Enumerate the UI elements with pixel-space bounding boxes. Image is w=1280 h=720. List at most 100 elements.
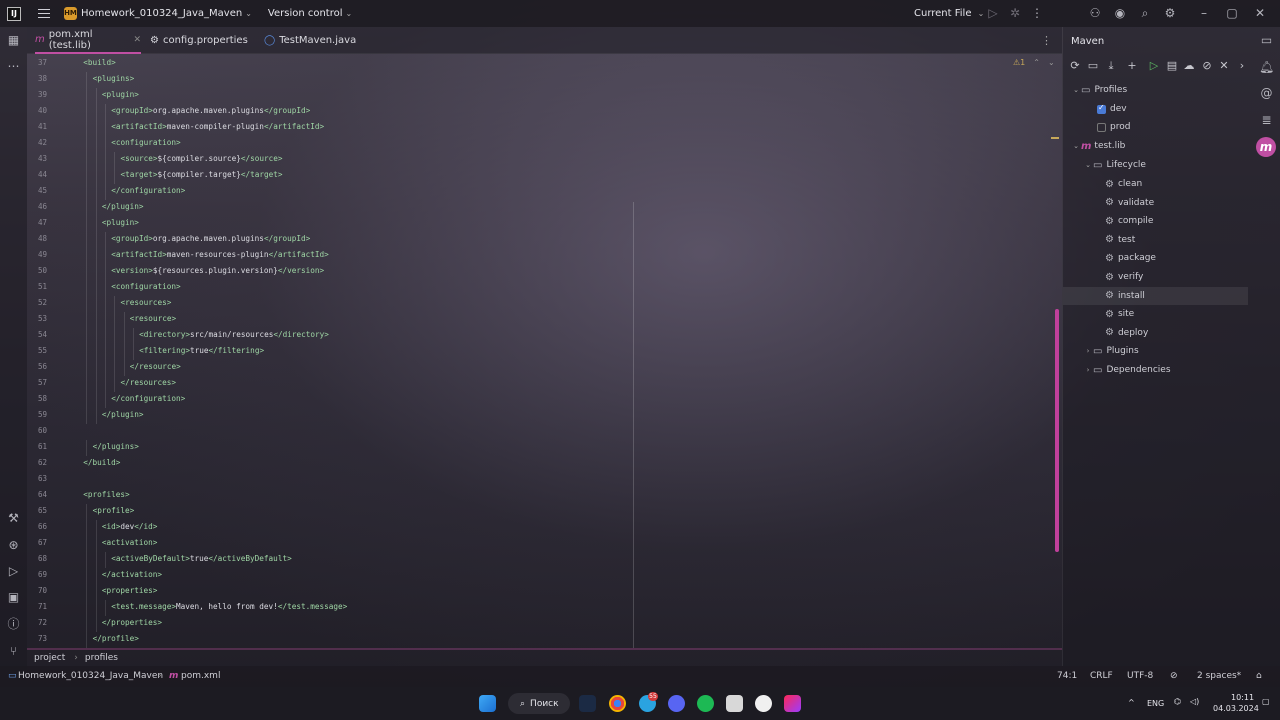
code-line[interactable]: <resource> <box>130 314 176 323</box>
code-line[interactable]: </properties> <box>102 618 162 627</box>
code-line[interactable]: </resources> <box>121 378 177 387</box>
lifecycle-goal-deploy[interactable]: ⚙ deploy <box>1063 324 1248 342</box>
generate-sources-icon[interactable]: ▭ <box>1086 59 1100 72</box>
breadcrumb-item-project[interactable]: project <box>34 653 65 663</box>
code-line[interactable]: <id>dev</id> <box>102 522 158 531</box>
code-line[interactable]: </profile> <box>93 634 139 643</box>
problems-icon[interactable]: ⓘ <box>6 617 21 632</box>
notification-center-icon[interactable]: ▢ <box>1262 697 1270 706</box>
notifications-icon[interactable]: 🔔︎ <box>1259 60 1274 75</box>
git-icon[interactable]: ⑂ <box>6 644 21 659</box>
code-line[interactable]: <resources> <box>121 298 172 307</box>
code-line[interactable]: <directory>src/main/resources</directory… <box>139 330 329 339</box>
chevron-right-icon[interactable]: › <box>1083 347 1093 355</box>
settings-gear-icon[interactable]: ⚙ <box>1163 6 1177 20</box>
project-view-icon[interactable]: ▦ <box>6 33 21 48</box>
reload-icon[interactable]: ⟳ <box>1068 59 1082 72</box>
offline-mode-icon[interactable]: ☁ <box>1182 59 1196 72</box>
project-name[interactable]: Homework_010324_Java_Maven <box>81 8 242 19</box>
code-line[interactable]: <activation> <box>102 538 158 547</box>
code-line[interactable]: </configuration> <box>111 394 185 403</box>
chevron-down-icon[interactable]: ⌄ <box>1071 86 1081 94</box>
code-line[interactable]: <target>${compiler.target}</target> <box>121 170 283 179</box>
code-line[interactable]: </activation> <box>102 570 162 579</box>
chevron-right-icon[interactable]: › <box>1083 366 1093 374</box>
lifecycle-goal-verify[interactable]: ⚙ verify <box>1063 268 1248 286</box>
skip-tests-icon[interactable]: ⊘ <box>1200 59 1214 72</box>
indent-setting[interactable]: 2 spaces* <box>1197 671 1241 681</box>
lifecycle-goal-install[interactable]: ⚙ install <box>1063 286 1248 305</box>
file-encoding[interactable]: UTF-8 <box>1127 671 1153 681</box>
profile-dev[interactable]: dev <box>1063 100 1248 118</box>
notepad-icon[interactable] <box>726 695 743 712</box>
code-line[interactable]: <groupId>org.apache.maven.plugins</group… <box>111 234 310 243</box>
intellij-taskbar-icon[interactable] <box>784 695 801 712</box>
intellij-logo-icon[interactable]: IJ <box>7 6 21 21</box>
code-line[interactable]: <configuration> <box>111 138 180 147</box>
tree-dependencies[interactable]: › ▭ Dependencies <box>1063 361 1248 379</box>
tree-profiles[interactable]: ⌄ ▭ Profiles <box>1063 81 1248 99</box>
folder-icon[interactable]: ▭ <box>1259 33 1274 48</box>
code-line[interactable]: <profiles> <box>83 490 129 499</box>
discord-icon[interactable] <box>668 695 685 712</box>
search-icon[interactable]: ⌕ <box>1138 6 1152 20</box>
debug-icon[interactable]: ✲ <box>1008 6 1022 20</box>
more-tools-icon[interactable]: ⋯ <box>6 59 21 74</box>
lifecycle-goal-test[interactable]: ⚙ test <box>1063 231 1248 249</box>
code-line[interactable]: <artifactId>maven-resources-plugin</arti… <box>111 250 329 259</box>
tab-pom-xml[interactable]: m pom.xml (test.lib) ✕ <box>35 27 141 54</box>
tray-chevron-up-icon[interactable]: ^ <box>1128 698 1135 707</box>
run-tool-icon[interactable]: ▷ <box>6 564 21 579</box>
tree-lifecycle[interactable]: ⌄ ▭ Lifecycle <box>1063 156 1248 174</box>
spotify-icon[interactable] <box>697 695 714 712</box>
breadcrumb-item-profiles[interactable]: profiles <box>85 653 118 663</box>
steam-icon[interactable] <box>579 695 596 712</box>
code-line[interactable]: <filtering>true</filtering> <box>139 346 264 355</box>
status-file[interactable]: pom.xml <box>181 671 220 681</box>
terminal-icon[interactable]: ▣ <box>6 590 21 605</box>
chevron-down-icon[interactable]: ⌄ <box>346 9 353 18</box>
close-tab-icon[interactable]: ✕ <box>133 35 141 45</box>
code-area[interactable]: <build> <plugins> <plugin> <groupId>org.apa… <box>27 54 1062 648</box>
more-actions-icon[interactable]: ⋮ <box>1030 6 1044 20</box>
build-hammer-icon[interactable]: ⚒ <box>6 511 21 526</box>
code-line[interactable]: </build> <box>83 458 120 467</box>
code-line[interactable]: <build> <box>83 58 115 67</box>
version-control-menu[interactable]: Version control <box>268 8 343 19</box>
minimize-icon[interactable]: – <box>1197 6 1211 20</box>
network-icon[interactable]: ⌬ <box>1174 697 1181 706</box>
maven-icon[interactable]: m <box>1256 137 1276 157</box>
lifecycle-goal-site[interactable]: ⚙ site <box>1063 305 1248 323</box>
tab-testmaven-java[interactable]: ◯ TestMaven.java <box>264 27 356 54</box>
chrome-icon[interactable] <box>609 695 626 712</box>
code-line[interactable]: <activeByDefault>true</activeByDefault> <box>111 554 292 563</box>
code-line[interactable]: <configuration> <box>111 282 180 291</box>
code-line[interactable]: <profile> <box>93 506 135 515</box>
code-line[interactable]: </plugin> <box>102 202 144 211</box>
tree-plugins[interactable]: › ▭ Plugins <box>1063 342 1248 360</box>
taskbar-search[interactable]: ⌕ Поиск <box>508 693 570 714</box>
code-line[interactable]: </resource> <box>130 362 181 371</box>
code-editor[interactable]: 37 38 39 40 41 42 43 44 45 46 47 48 49 50 51 52 53 54 55 56… <box>27 54 1062 648</box>
inspection-widget[interactable]: ⚠1 ⌃ ⌄ <box>1013 58 1055 67</box>
ai-assistant-icon[interactable]: ◉ <box>1113 6 1127 20</box>
volume-icon[interactable]: ◁) <box>1190 697 1199 706</box>
readonly-toggle-icon[interactable]: ⊘ <box>1170 671 1178 681</box>
code-line[interactable]: <source>${compiler.source}</source> <box>121 154 283 163</box>
profile-dev-checkbox[interactable] <box>1097 103 1106 114</box>
github-icon[interactable] <box>755 695 772 712</box>
code-line[interactable]: <plugin> <box>102 218 139 227</box>
chevron-down-icon[interactable]: ⌄ <box>245 9 252 18</box>
code-line[interactable]: </configuration> <box>111 186 185 195</box>
code-line[interactable]: <artifactId>maven-compiler-plugin</artif… <box>111 122 324 131</box>
warning-scroll-marker[interactable] <box>1051 137 1059 139</box>
download-icon[interactable]: ⤓ <box>1104 59 1118 73</box>
add-user-icon[interactable]: ⚇ <box>1088 6 1102 20</box>
tree-project-test-lib[interactable]: ⌄ m test.lib <box>1063 137 1248 155</box>
lifecycle-goal-validate[interactable]: ⚙ validate <box>1063 194 1248 212</box>
tab-options-icon[interactable]: ⋮ <box>1041 34 1052 47</box>
ai-chat-icon[interactable]: @ <box>1259 86 1274 101</box>
chevron-up-icon[interactable]: ⌃ <box>1033 58 1040 67</box>
more-icon[interactable]: › <box>1235 59 1249 72</box>
lifecycle-goal-compile[interactable]: ⚙ compile <box>1063 212 1248 230</box>
